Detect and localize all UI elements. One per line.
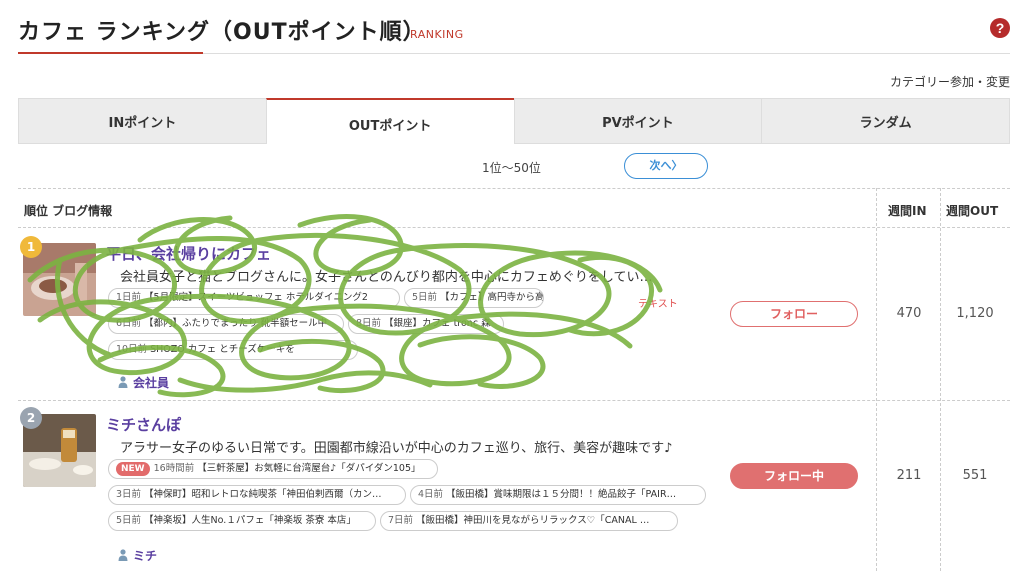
pager: 1位〜50位 次へ〉	[0, 150, 1024, 182]
page-subtitle: RANKING	[410, 28, 464, 41]
person-icon	[118, 549, 128, 561]
header-weekly-out: 週間OUT	[946, 204, 999, 218]
weekly-out-value: 1,120	[956, 306, 994, 321]
author-link[interactable]: 会社員	[118, 374, 169, 391]
header-rank-info: 順位 ブログ情報	[24, 204, 113, 218]
header-weekly-in: 週間IN	[888, 204, 927, 218]
rank-badge: 2	[20, 407, 42, 429]
recent-post-link[interactable]: 3日前 【神保町】昭和レトロな純喫茶「神田伯剌西爾（カン…	[108, 485, 406, 505]
blog-description: アラサー女子のゆるい日常です。田園都市線沿いが中心のカフェ巡り、旅行、美容が趣味…	[120, 441, 673, 456]
next-page-button[interactable]: 次へ〉	[624, 153, 708, 179]
blog-name-link[interactable]: ミチさんぽ	[106, 414, 181, 435]
weekly-out-value: 551	[962, 468, 988, 483]
tab-random[interactable]: ランダム	[761, 98, 1010, 144]
person-icon	[118, 376, 128, 388]
blog-description: 会社員女子と猫とブログさんに。女子さんとのんびり都内を中心にカフェめぐりをしてい…	[120, 270, 653, 285]
page-header: カフェ ランキング（OUTポイント順） RANKING ?	[18, 0, 1010, 54]
table-row: 2 ミチさんぽ アラサー女子のゆるい日常です。田園都市線沿いが中心のカフェ巡り、…	[18, 401, 1010, 571]
following-button[interactable]: フォロー中	[730, 463, 858, 489]
ranking-tabs: INポイント OUTポイント PVポイント ランダム	[18, 98, 1010, 144]
help-icon[interactable]: ?	[990, 18, 1010, 38]
tab-out-points[interactable]: OUTポイント	[265, 98, 514, 144]
tab-in-points[interactable]: INポイント	[18, 98, 266, 144]
category-join-link[interactable]: カテゴリー参加・変更	[890, 73, 1010, 90]
recent-post-link[interactable]: 1日前 【5月限定】スイーツビュッフェ ホテルダイニング2	[108, 288, 400, 308]
title-underline	[18, 52, 203, 54]
table-header: 順位 ブログ情報 週間IN 週間OUT	[18, 188, 1010, 228]
recent-post-link[interactable]: 5日前【カフェ】高円寺から高円寺へ	[404, 288, 544, 308]
recent-post-link[interactable]: 6日前 【都内】ふたりでまったり 靴半額セール中	[108, 314, 344, 334]
pager-range: 1位〜50位	[482, 161, 541, 175]
tab-pv-points[interactable]: PVポイント	[513, 98, 762, 144]
ranking-table: 順位 ブログ情報 週間IN 週間OUT 1 平日、会社帰りにカフェ 会社員女子と…	[18, 188, 1010, 571]
weekly-in-value: 211	[896, 468, 922, 483]
recent-post-link[interactable]: 5日前 【神楽坂】人生No.１パフェ「神楽坂 茶寮 本店」	[108, 511, 376, 531]
recent-post-link[interactable]: 4日前 【飯田橋】賞味期限は１５分間！！絶品餃子「PAIR…	[410, 485, 706, 505]
recent-post-link[interactable]: 7日前 【飯田橋】神田川を見ながらリラックス♡「CANAL …	[380, 511, 678, 531]
rank-badge: 1	[20, 236, 42, 258]
author-link[interactable]: ミチ	[118, 547, 157, 564]
follow-button[interactable]: フォロー	[730, 301, 858, 327]
recent-post-link[interactable]: NEW 16時間前 【三軒茶屋】お気軽に台湾屋台♪「ダパイダン105」	[108, 459, 438, 479]
recent-post-link[interactable]: 10日前 SHOZO カフェ とチーズケーキを	[108, 340, 358, 360]
new-badge: NEW	[116, 462, 150, 476]
weekly-in-value: 470	[896, 306, 922, 321]
recent-post-link[interactable]: 8日前 【銀座】カフェ tronc 森	[348, 314, 504, 334]
text-label: テキスト	[638, 299, 678, 310]
page-title: カフェ ランキング（OUTポイント順）	[18, 20, 426, 45]
blog-name-link[interactable]: 平日、会社帰りにカフェ	[106, 243, 271, 264]
table-row: 1 平日、会社帰りにカフェ 会社員女子と猫とブログさんに。女子さんとのんびり都内…	[18, 228, 1010, 401]
